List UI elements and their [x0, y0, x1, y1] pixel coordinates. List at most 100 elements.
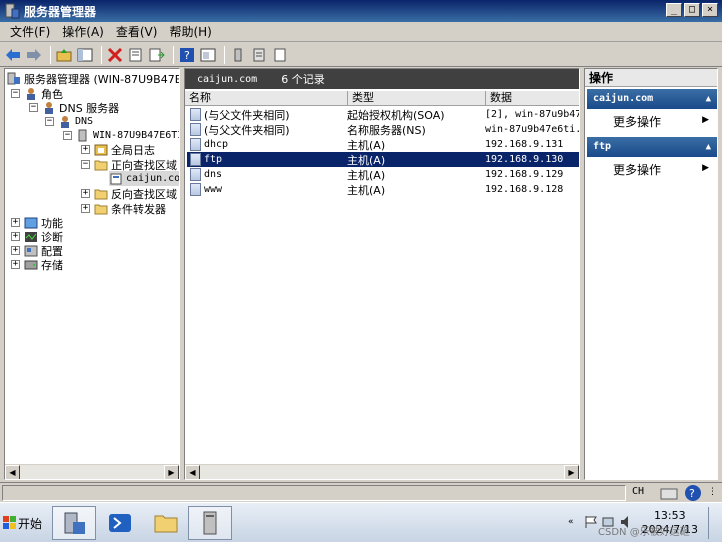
taskbar: 开始 « 13:53 2024/7/13 CSDN @乐被好运砸 [0, 502, 722, 542]
record-row[interactable]: (与父文件夹相同) 起始授权机构(SOA) [2], win-87u9b47e [187, 107, 580, 122]
tree-root[interactable]: 服务器管理器 (WIN-87U9B47E6T [7, 71, 179, 86]
document-icon[interactable] [271, 46, 289, 64]
taskbar-powershell[interactable] [98, 506, 142, 540]
help-icon[interactable]: ? [178, 46, 196, 64]
column-name[interactable]: 名称 [185, 91, 348, 105]
expand-icon[interactable]: + [11, 260, 20, 269]
collapse-icon[interactable]: − [81, 160, 90, 169]
server-tool-icon [203, 511, 217, 535]
tree-item-forward-zone[interactable]: − 正向查找区域 [81, 157, 177, 172]
start-button[interactable]: 开始 [2, 511, 46, 535]
action-section-zone[interactable]: caijun.com ▲ [587, 89, 717, 109]
submenu-arrow-icon: ▶ [702, 163, 709, 173]
tree-horizontal-scrollbar[interactable]: ◀ ▶ [5, 464, 179, 479]
flag-icon[interactable] [584, 515, 598, 529]
taskbar-server-manager[interactable] [52, 506, 96, 540]
help-circle-icon[interactable]: ? [684, 484, 702, 502]
more-actions-record[interactable]: 更多操作 [613, 161, 661, 178]
record-data: 192.168.9.128 [485, 184, 564, 195]
scroll-left-icon[interactable]: ◀ [5, 465, 20, 479]
list-pane: caijun.com 6 个记录 名称 类型 数据 (与父文件夹相同) 起始授权… [184, 68, 580, 480]
server-icon [78, 129, 87, 142]
more-actions-zone[interactable]: 更多操作 [613, 113, 661, 130]
explorer-folder-icon [154, 515, 178, 533]
up-folder-icon[interactable] [55, 46, 73, 64]
record-type: 起始授权机构(SOA) [347, 108, 445, 122]
expand-icon[interactable]: + [81, 204, 90, 213]
record-count: 6 个记录 [281, 73, 325, 86]
toolbar-separator [224, 45, 225, 64]
column-header: 名称 类型 数据 [185, 91, 579, 106]
expand-icon[interactable]: + [11, 246, 20, 255]
taskbar-explorer[interactable] [144, 506, 188, 540]
collapse-icon[interactable]: − [45, 117, 54, 126]
log-folder-icon [94, 144, 108, 156]
start-label: 开始 [18, 516, 43, 531]
folder-icon [94, 160, 108, 171]
records-icon[interactable] [250, 46, 268, 64]
tree-item-roles[interactable]: − 角色 [11, 86, 63, 101]
collapse-icon[interactable]: − [11, 89, 20, 98]
server-icon[interactable] [229, 46, 247, 64]
keyboard-icon[interactable] [660, 485, 678, 501]
column-type[interactable]: 类型 [348, 91, 486, 105]
properties-icon[interactable] [127, 46, 145, 64]
scroll-right-icon[interactable]: ▶ [564, 465, 579, 479]
close-button[interactable]: × [702, 3, 718, 17]
export-list-icon[interactable] [148, 46, 166, 64]
show-desktop-button[interactable] [708, 507, 720, 539]
record-name: ftp [204, 154, 223, 165]
back-icon[interactable] [4, 46, 22, 64]
server-manager-icon [5, 3, 20, 19]
record-data: win-87u9b47e6ti. [485, 124, 580, 135]
tree-item-dns-server[interactable]: − DNS 服务器 [29, 100, 119, 115]
taskbar-server-tool[interactable] [188, 506, 232, 540]
record-icon [190, 138, 201, 151]
tree-item-dns[interactable]: − DNS [45, 114, 93, 129]
view-icon[interactable] [199, 46, 217, 64]
minimize-button[interactable]: _ [666, 3, 682, 17]
menu-action[interactable]: 操作(A) [62, 23, 104, 40]
record-row[interactable]: dhcp 主机(A) 192.168.9.131 [187, 137, 579, 152]
menu-help[interactable]: 帮助(H) [169, 23, 211, 40]
expand-icon[interactable]: + [81, 189, 90, 198]
tree-item-forwarders[interactable]: + 条件转发器 [81, 201, 166, 216]
tree-item-zone[interactable]: caijun.co [109, 171, 179, 186]
show-hidden-icons-icon[interactable]: « [568, 517, 574, 527]
clock-time: 13:53 [653, 509, 686, 522]
show-hide-tree-icon[interactable] [76, 46, 94, 64]
collapse-up-icon[interactable]: ▲ [706, 89, 711, 109]
submenu-arrow-icon: ▶ [702, 115, 709, 125]
scroll-left-icon[interactable]: ◀ [185, 465, 200, 479]
record-row[interactable]: www 主机(A) 192.168.9.128 [187, 182, 579, 197]
record-row-selected[interactable]: ftp 主机(A) 192.168.9.130 [187, 152, 579, 167]
language-indicator[interactable]: CH [632, 486, 644, 497]
menu-file[interactable]: 文件(F) [10, 23, 50, 40]
record-row[interactable]: dns 主机(A) 192.168.9.129 [187, 167, 579, 182]
forward-icon[interactable] [25, 46, 43, 64]
expand-icon[interactable]: + [81, 145, 90, 154]
server-manager-icon [7, 72, 20, 85]
column-data[interactable]: 数据 [486, 91, 579, 105]
record-type: 名称服务器(NS) [347, 123, 426, 137]
record-name: dns [204, 169, 223, 180]
collapse-up-icon[interactable]: ▲ [706, 137, 711, 157]
collapse-icon[interactable]: − [63, 131, 72, 140]
status-more-icon[interactable]: ⋮ [708, 487, 717, 497]
expand-icon[interactable]: + [11, 232, 20, 241]
action-section-record[interactable]: ftp ▲ [587, 137, 717, 157]
maximize-button[interactable]: □ [684, 3, 700, 17]
scroll-right-icon[interactable]: ▶ [164, 465, 179, 479]
list-horizontal-scrollbar[interactable]: ◀ ▶ [185, 464, 579, 479]
record-row[interactable]: (与父文件夹相同) 名称服务器(NS) win-87u9b47e6ti. [187, 122, 580, 137]
collapse-icon[interactable]: − [29, 103, 38, 112]
tree-item-reverse-zone[interactable]: + 反向查找区域 [81, 186, 177, 201]
tree-item-storage[interactable]: + 存储 [11, 257, 63, 272]
delete-icon[interactable] [106, 46, 124, 64]
record-data: [2], win-87u9b47e [485, 109, 580, 120]
tree-label-global-log: 全局日志 [111, 143, 155, 157]
menu-view[interactable]: 查看(V) [116, 23, 158, 40]
expand-icon[interactable]: + [11, 218, 20, 227]
action-section-label: ftp [593, 141, 612, 152]
tree-item-global-log[interactable]: + 全局日志 [81, 142, 155, 157]
